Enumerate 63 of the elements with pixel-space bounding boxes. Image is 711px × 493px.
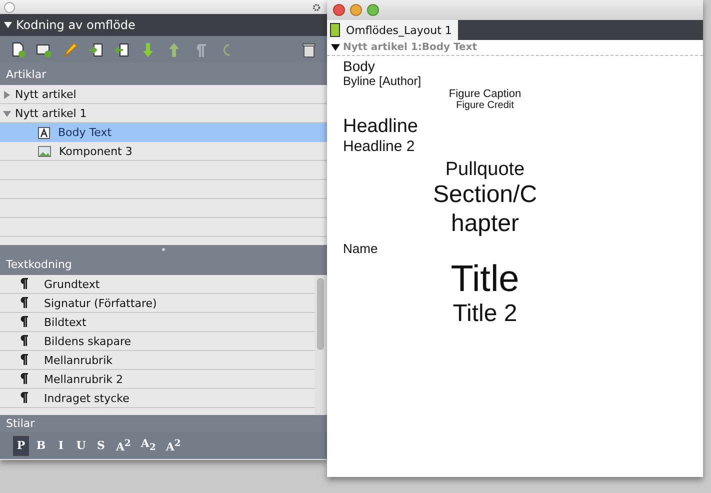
- panel-close-button[interactable]: [4, 2, 15, 12]
- style-button[interactable]: A$_{2}$: [138, 436, 159, 456]
- pilcrow-icon: [20, 392, 28, 402]
- scrollbar-thumb[interactable]: [317, 278, 324, 350]
- pencil-icon[interactable]: [62, 42, 78, 58]
- list-item[interactable]: Mellanrubrik 2: [44, 373, 124, 386]
- close-button[interactable]: [333, 4, 345, 16]
- style-button[interactable]: U: [73, 436, 89, 456]
- zoom-button[interactable]: [367, 4, 379, 16]
- pilcrow-icon: [20, 334, 28, 346]
- text-line: Section/Chapter: [432, 181, 538, 239]
- list-item[interactable]: Grundtext: [44, 278, 100, 291]
- pilcrow-icon: [20, 354, 28, 364]
- up-arrow-icon[interactable]: [166, 42, 182, 58]
- disclosure-open-icon[interactable]: [331, 43, 340, 52]
- text-line: Figure Credit: [456, 100, 514, 111]
- style-button[interactable]: I: [53, 436, 69, 456]
- breadcrumb: Nytt artikel 1:Body Text: [343, 42, 478, 53]
- style-button[interactable]: P: [13, 436, 29, 456]
- pilcrow-icon: [20, 278, 28, 288]
- style-button[interactable]: B: [33, 436, 49, 456]
- text-line: Figure Caption: [448, 88, 522, 100]
- disclosure-closed-icon[interactable]: [3, 90, 11, 98]
- text-frame-icon: [38, 126, 50, 138]
- disclosure-open-icon[interactable]: [4, 21, 12, 29]
- tree-item[interactable]: Komponent 3: [59, 145, 132, 158]
- tree-item[interactable]: Body Text: [58, 126, 112, 139]
- pilcrow-icon: [20, 316, 28, 326]
- text-line: Byline [Author]: [343, 74, 422, 88]
- list-item[interactable]: Mellanrubrik: [44, 354, 113, 367]
- pilcrow-icon: [20, 296, 28, 308]
- text-line: Pullquote: [445, 159, 525, 181]
- list-item[interactable]: Signatur (Författare): [44, 297, 157, 310]
- export-icon[interactable]: [114, 42, 130, 58]
- text-line: Headline 2: [343, 138, 416, 155]
- minimize-button[interactable]: [350, 4, 362, 16]
- import-icon[interactable]: [88, 42, 104, 58]
- section-header: Stilar: [0, 415, 327, 432]
- trash-icon[interactable]: [301, 42, 317, 58]
- down-arrow-icon[interactable]: [140, 42, 156, 58]
- panel-title: Kodning av omflöde: [16, 18, 136, 32]
- text-line: Title: [450, 258, 520, 300]
- list-item[interactable]: Bildens skapare: [44, 335, 132, 348]
- page-icon: [330, 23, 340, 37]
- document-tab[interactable]: Omflödes_Layout 1: [327, 20, 458, 40]
- list-item[interactable]: Indraget stycke: [44, 392, 130, 405]
- image-icon: [38, 146, 51, 157]
- list-item[interactable]: Bildtext: [44, 316, 86, 329]
- add-image-icon[interactable]: [36, 42, 52, 58]
- gear-icon[interactable]: [312, 2, 321, 12]
- style-button[interactable]: S: [93, 436, 109, 456]
- pilcrow-icon: [20, 372, 28, 384]
- text-line: Headline: [343, 116, 419, 138]
- text-line: Body: [343, 58, 376, 74]
- text-line: Name: [343, 240, 379, 256]
- tree-item[interactable]: Nytt artikel: [15, 88, 76, 101]
- style-button[interactable]: A$^{2}$: [162, 436, 184, 456]
- text-line: Title 2: [452, 300, 518, 328]
- section-header: Textkodning: [0, 253, 327, 275]
- add-page-icon[interactable]: [10, 42, 26, 58]
- tree-item[interactable]: Nytt artikel 1: [15, 107, 87, 120]
- style-button[interactable]: A$^{2}$: [113, 436, 134, 456]
- section-header: Artiklar: [0, 63, 327, 85]
